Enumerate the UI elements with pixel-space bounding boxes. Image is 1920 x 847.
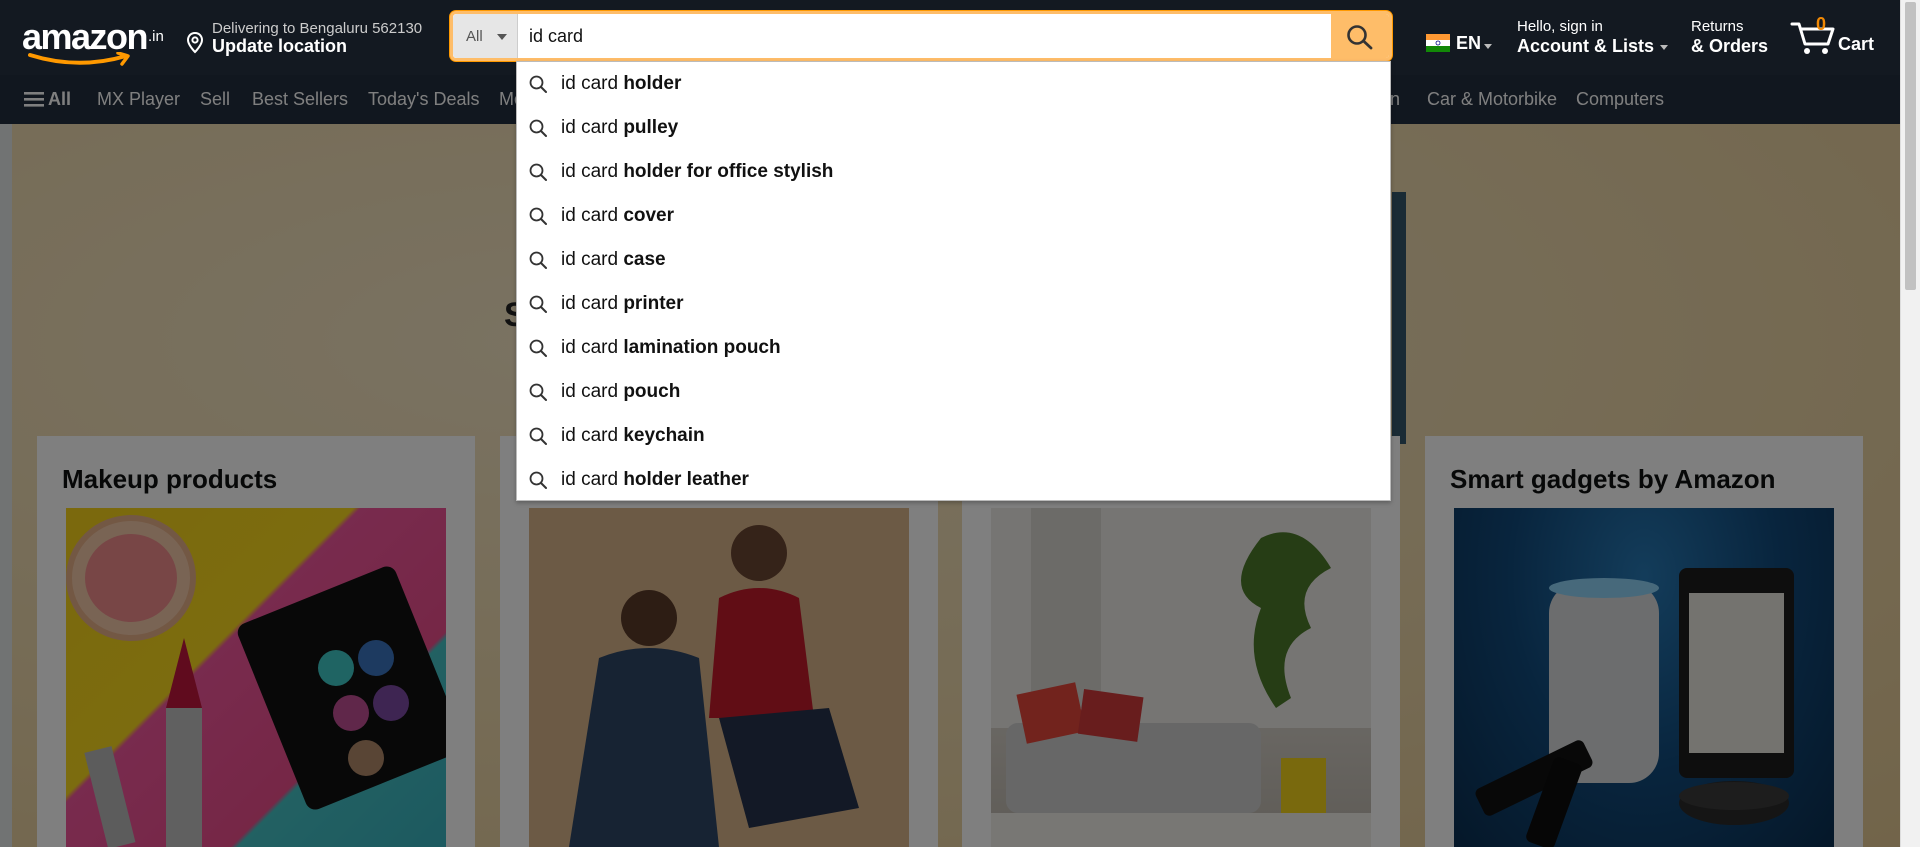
search-icon (529, 251, 547, 269)
account-label: Account & Lists (1517, 36, 1655, 56)
suggestion-item[interactable]: id card holder for office stylish (517, 150, 1390, 194)
suggestion-completion: cover (623, 205, 675, 226)
search-icon (529, 471, 547, 489)
search-category-label: All (466, 28, 483, 45)
suggestion-item[interactable]: id card keychain (517, 414, 1390, 458)
search-category-dropdown[interactable]: All (453, 14, 518, 58)
suggestion-item[interactable]: id card case (517, 238, 1390, 282)
cart-label: Cart (1838, 34, 1875, 54)
suggestion-prefix: id card (561, 425, 624, 446)
suggestion-prefix: id card (561, 293, 624, 314)
suggestion-prefix: id card (561, 161, 624, 182)
suggestion-completion: holder for office stylish (623, 161, 834, 182)
suggestion-completion: lamination pouch (623, 337, 781, 358)
account-lists[interactable]: Hello, sign in Account & Lists (1517, 18, 1669, 57)
suggestion-completion: pulley (623, 117, 679, 138)
delivery-line1: Delivering to Bengaluru 562130 (212, 20, 423, 37)
suggestion-prefix: id card (561, 205, 624, 226)
suggestion-prefix: id card (561, 73, 624, 94)
search-icon (529, 339, 547, 357)
search-bar: All (450, 11, 1392, 61)
cart-count: 0 (1816, 14, 1827, 34)
suggestion-item[interactable]: id card lamination pouch (517, 326, 1390, 370)
suggestion-completion: case (623, 249, 666, 270)
india-flag-icon (1426, 34, 1450, 52)
delivery-line2: Update location (212, 36, 348, 56)
search-icon (529, 75, 547, 93)
suggestion-item[interactable]: id card pulley (517, 106, 1390, 150)
suggestion-prefix: id card (561, 381, 624, 402)
scrollbar-thumb[interactable] (1905, 2, 1916, 290)
account-greeting: Hello, sign in (1517, 18, 1603, 35)
search-icon (529, 427, 547, 445)
page-scrollbar[interactable] (1900, 0, 1920, 847)
cart-button[interactable]: 0 Cart (1790, 12, 1890, 62)
suggestion-completion: holder (623, 73, 682, 94)
orders-label: & Orders (1691, 36, 1769, 56)
suggestion-item[interactable]: id card pouch (517, 370, 1390, 414)
suggestion-completion: keychain (623, 425, 705, 446)
search-input[interactable] (527, 19, 1111, 53)
suggestion-completion: printer (623, 293, 684, 314)
suggestion-prefix: id card (561, 469, 624, 490)
suggestion-item[interactable]: id card printer (517, 282, 1390, 326)
search-icon (529, 163, 547, 181)
suggestion-prefix: id card (561, 337, 624, 358)
smile-arrow-icon (28, 52, 130, 66)
suggestion-item[interactable]: id card holder (517, 62, 1390, 106)
search-icon (529, 383, 547, 401)
language-label: EN (1456, 33, 1482, 53)
location-pin-icon (186, 32, 204, 54)
returns-orders[interactable]: Returns & Orders (1691, 18, 1768, 57)
amazon-logo[interactable]: amazon .in (22, 12, 167, 66)
caret-down-icon (1484, 44, 1492, 49)
search-icon (529, 207, 547, 225)
suggestion-completion: pouch (623, 381, 681, 402)
suggestion-completion: holder leather (623, 469, 749, 490)
returns-label: Returns (1691, 18, 1744, 35)
search-icon (1347, 25, 1373, 50)
search-icon (529, 119, 547, 137)
caret-down-icon (497, 34, 507, 40)
cart-icon (1790, 22, 1835, 54)
suggestion-item[interactable]: id card holder leather (517, 458, 1390, 502)
suggestion-item[interactable]: id card cover (517, 194, 1390, 238)
search-icon (529, 295, 547, 313)
search-button[interactable] (1331, 14, 1389, 58)
search-suggestions: id card holder id card pulley id card ho… (516, 61, 1391, 501)
caret-down-icon (1660, 44, 1669, 50)
suggestion-prefix: id card (561, 249, 624, 270)
logo-tld: .in (148, 28, 164, 45)
suggestion-prefix: id card (561, 117, 624, 138)
